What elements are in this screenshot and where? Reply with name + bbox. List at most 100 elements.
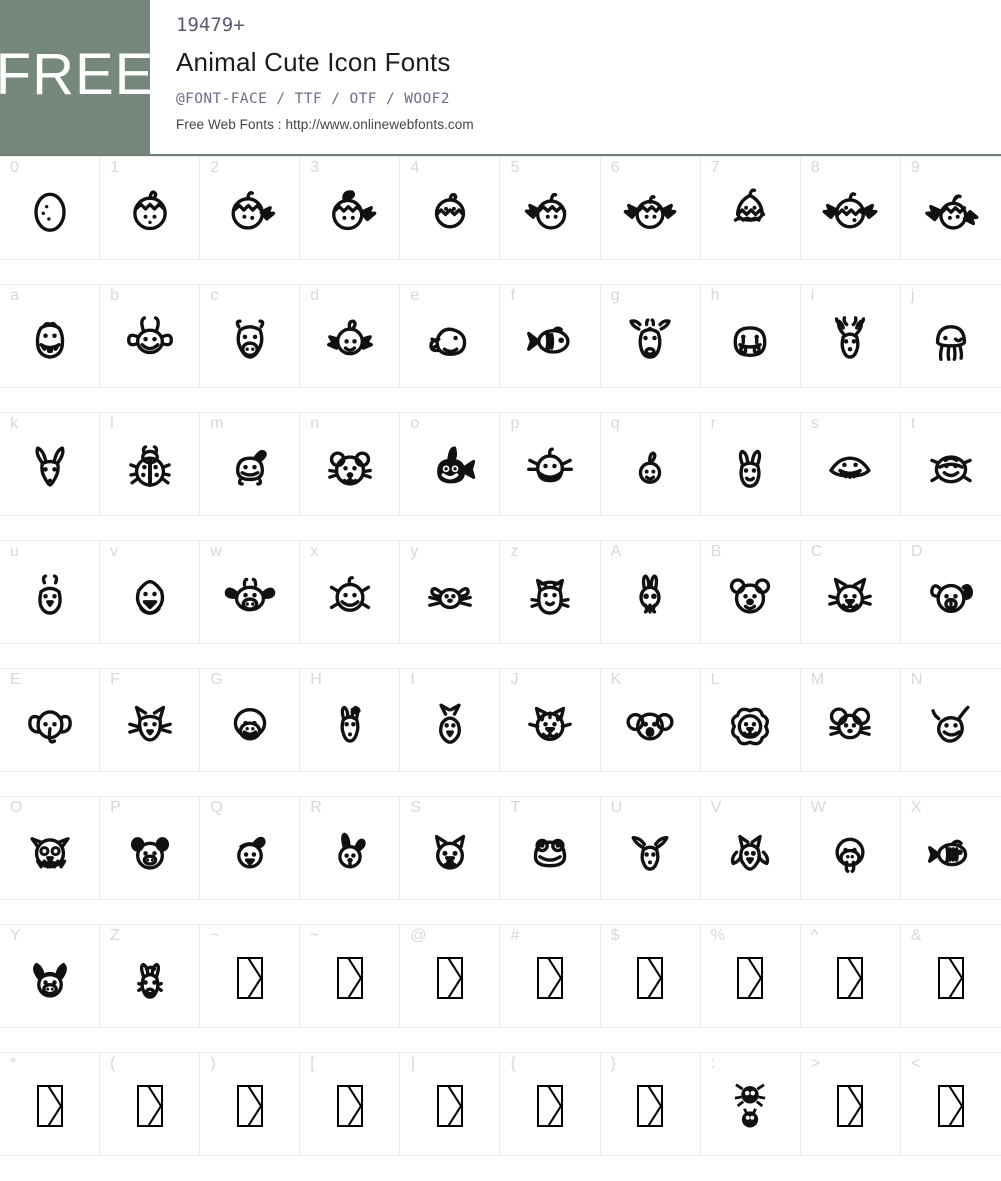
glyph-char-label: I — [410, 671, 415, 688]
glyph-cell[interactable]: u — [0, 541, 101, 643]
glyph-cell[interactable]: P — [100, 797, 201, 899]
glyph-cell[interactable]: H — [300, 669, 401, 771]
glyph-char-label: T — [510, 799, 521, 816]
glyph-cell[interactable]: ~ — [200, 925, 301, 1027]
glyph-cell[interactable]: 7 — [701, 157, 801, 259]
glyph-cell[interactable]: > — [801, 1053, 901, 1155]
glyph-chick-in-shell-icon — [701, 177, 800, 243]
glyph-char-label: Y — [10, 927, 21, 944]
glyph-cell[interactable]: D — [901, 541, 1001, 643]
glyph-cell[interactable]: c — [200, 285, 301, 387]
glyph-char-label: ( — [110, 1055, 116, 1072]
glyph-missing-icon — [801, 1073, 900, 1139]
glyph-cell[interactable]: L — [701, 669, 801, 771]
glyph-cell[interactable]: [ — [300, 1053, 401, 1155]
glyph-cell[interactable]: Y — [0, 925, 101, 1027]
glyph-cell[interactable]: q — [601, 413, 701, 515]
glyph-cell[interactable]: 1 — [100, 157, 201, 259]
glyph-chick-flapping-icon — [901, 177, 1001, 243]
glyph-cell[interactable]: ^ — [801, 925, 901, 1027]
glyph-cell[interactable]: Q — [200, 797, 301, 899]
glyph-cell[interactable]: C — [801, 541, 901, 643]
glyph-cell[interactable]: F — [100, 669, 201, 771]
glyph-cell[interactable]: k — [0, 413, 101, 515]
glyph-cell[interactable]: $ — [601, 925, 701, 1027]
glyph-missing-icon — [300, 1073, 399, 1139]
glyph-cell[interactable]: M — [801, 669, 901, 771]
glyph-cell[interactable]: 3 — [300, 157, 401, 259]
glyph-cell[interactable]: { — [500, 1053, 601, 1155]
glyph-cell[interactable]: I — [400, 669, 501, 771]
glyph-cell[interactable]: G — [200, 669, 301, 771]
glyph-cell[interactable]: % — [701, 925, 801, 1027]
glyph-cell[interactable]: K — [601, 669, 701, 771]
glyph-cell[interactable]: T — [500, 797, 601, 899]
glyph-chick-left-wing-icon — [500, 177, 599, 243]
glyph-cell[interactable]: R — [300, 797, 401, 899]
glyph-cell[interactable]: 8 — [801, 157, 901, 259]
glyph-cell[interactable]: 2 — [200, 157, 301, 259]
glyph-mouse-bear-icon — [300, 433, 399, 499]
glyph-cell[interactable]: 6 — [601, 157, 701, 259]
glyph-unicorn-goat-icon — [601, 817, 700, 883]
glyph-cell[interactable]: i — [801, 285, 901, 387]
glyph-cell[interactable]: U — [601, 797, 701, 899]
glyph-char-label: & — [910, 927, 922, 944]
glyph-cell[interactable]: S — [400, 797, 501, 899]
glyph-cell[interactable]: Z — [100, 925, 201, 1027]
glyph-char-label: 4 — [410, 159, 420, 176]
glyph-cell[interactable]: z — [500, 541, 601, 643]
glyph-cell[interactable]: o — [400, 413, 501, 515]
glyph-cell[interactable]: m — [200, 413, 301, 515]
glyph-duck-icon — [300, 305, 399, 371]
glyph-cell[interactable]: 0 — [0, 157, 101, 259]
glyph-cell[interactable]: @ — [400, 925, 501, 1027]
glyph-cell[interactable]: O — [0, 797, 101, 899]
glyph-cell[interactable]: ) — [200, 1053, 301, 1155]
glyph-cell[interactable]: E — [0, 669, 101, 771]
glyph-row: Y Z ~ ~ @ # $% ^ & — [0, 924, 1001, 1028]
glyph-char-label: L — [710, 671, 720, 688]
glyph-cell[interactable]: s — [801, 413, 901, 515]
glyph-cell[interactable]: * — [0, 1053, 101, 1155]
glyph-cell[interactable]: v — [100, 541, 201, 643]
glyph-cell[interactable]: V — [701, 797, 801, 899]
glyph-cell[interactable]: : — [701, 1053, 801, 1155]
glyph-cell[interactable]: n — [300, 413, 401, 515]
glyph-cell[interactable]: f — [500, 285, 601, 387]
glyph-cell[interactable]: W — [801, 797, 901, 899]
glyph-cell[interactable]: e — [400, 285, 501, 387]
glyph-cell[interactable]: } — [601, 1053, 701, 1155]
source-link[interactable]: Free Web Fonts : http://www.onlinewebfon… — [176, 117, 1001, 133]
glyph-cell[interactable]: < — [901, 1053, 1001, 1155]
glyph-cell[interactable]: p — [500, 413, 601, 515]
glyph-cell[interactable]: x — [300, 541, 401, 643]
glyph-char-label: M — [810, 671, 825, 688]
glyph-cell[interactable]: 4 — [400, 157, 501, 259]
glyph-cell[interactable]: r — [701, 413, 801, 515]
glyph-cell[interactable]: J — [500, 669, 601, 771]
glyph-cell[interactable]: l — [100, 413, 201, 515]
glyph-cell[interactable]: ( — [100, 1053, 201, 1155]
glyph-cell[interactable]: A — [601, 541, 701, 643]
glyph-cell[interactable]: y — [400, 541, 501, 643]
glyph-cell[interactable]: N — [901, 669, 1001, 771]
glyph-cell[interactable]: 9 — [901, 157, 1001, 259]
glyph-yak-mouse-icon — [400, 561, 499, 627]
glyph-cell[interactable]: b — [100, 285, 201, 387]
glyph-cell[interactable]: & — [901, 925, 1001, 1027]
glyph-urchin-bird-icon — [0, 561, 99, 627]
glyph-cell[interactable]: ~ — [300, 925, 401, 1027]
glyph-cell[interactable]: t — [901, 413, 1001, 515]
glyph-cell[interactable]: 5 — [500, 157, 601, 259]
glyph-cell[interactable]: ] — [400, 1053, 501, 1155]
glyph-cell[interactable]: w — [200, 541, 301, 643]
glyph-cell[interactable]: j — [901, 285, 1001, 387]
glyph-cell[interactable]: B — [701, 541, 801, 643]
glyph-cell[interactable]: X — [901, 797, 1001, 899]
glyph-cell[interactable]: # — [500, 925, 601, 1027]
glyph-cell[interactable]: g — [601, 285, 701, 387]
glyph-cell[interactable]: d — [300, 285, 401, 387]
glyph-cell[interactable]: a — [0, 285, 101, 387]
glyph-cell[interactable]: h — [701, 285, 801, 387]
